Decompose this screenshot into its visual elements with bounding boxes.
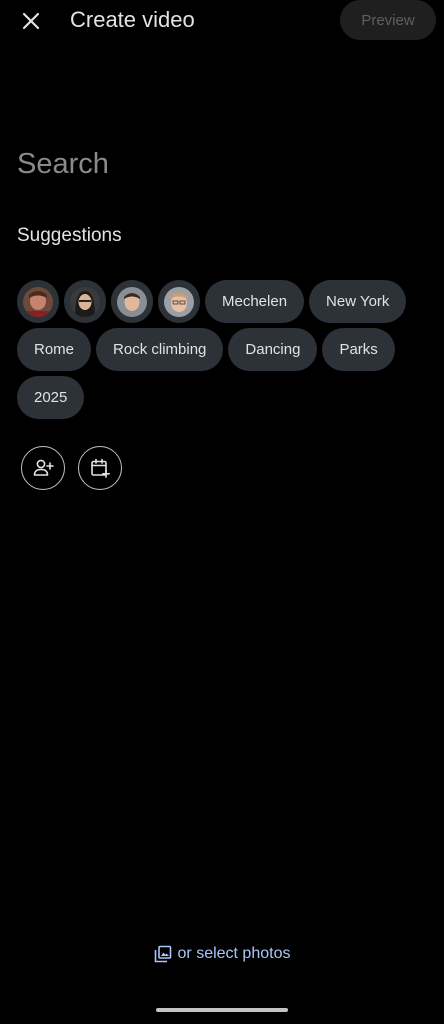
add-person-icon [33,459,54,476]
chip-year-2025[interactable]: 2025 [17,376,85,419]
page-title: Create video [70,7,195,32]
add-person-button[interactable] [21,446,65,490]
add-date-button[interactable] [78,446,122,490]
add-date-icon [91,458,110,478]
chip-rock-climbing[interactable]: Rock climbing [96,328,224,371]
photo-library-icon [154,945,171,963]
chip-parks[interactable]: Parks [322,328,395,371]
person-chip-4[interactable] [158,280,200,323]
person-avatar-3 [117,286,147,317]
person-avatar-4 [164,286,194,317]
home-indicator[interactable] [156,1008,288,1012]
close-button[interactable] [14,4,48,38]
person-chip-2[interactable] [64,280,106,323]
chip-dancing[interactable]: Dancing [228,328,318,371]
suggestions-heading: Suggestions [17,225,122,246]
chip-place-rome[interactable]: Rome [17,328,92,371]
suggestion-chips: Mechelen New York Rome Rock climbing Dan… [17,280,427,419]
select-photos-label: or select photos [177,945,291,962]
person-avatar-2 [70,286,100,317]
close-icon [22,12,40,30]
chip-place-mechelen[interactable]: Mechelen [205,280,305,323]
search-input[interactable] [17,142,427,186]
top-app-bar: Create video Preview [0,0,444,42]
chip-place-new-york[interactable]: New York [309,280,407,323]
preview-button[interactable]: Preview [340,0,436,40]
person-chip-3[interactable] [111,280,153,323]
select-photos-link[interactable]: or select photos [0,940,444,968]
person-chip-1[interactable] [17,280,59,323]
person-avatar-1 [23,286,53,317]
